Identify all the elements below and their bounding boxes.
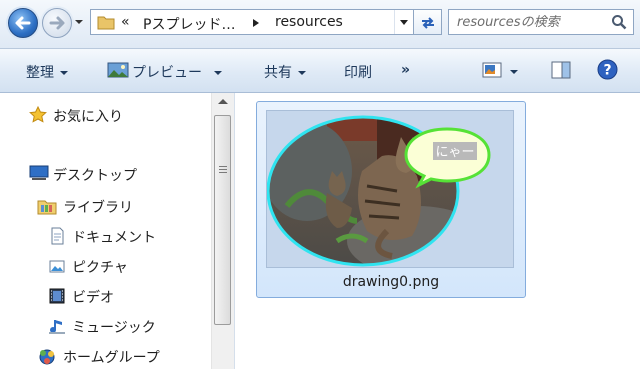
nav-label: ピクチャ <box>72 260 128 276</box>
chevron-down-icon <box>400 20 408 25</box>
print-button[interactable]: 印刷 <box>344 62 372 82</box>
organize-menu[interactable]: 整理 <box>26 62 68 82</box>
chevron-down-icon <box>214 71 222 75</box>
nav-label: ドキュメント <box>72 230 156 246</box>
star-icon <box>29 106 47 123</box>
search-input[interactable] <box>449 10 607 34</box>
scroll-up-icon[interactable] <box>218 99 228 104</box>
breadcrumb-parent[interactable]: Pスプレッド… <box>143 14 235 34</box>
address-toolbar: « Pスプレッド… resources <box>0 0 640 49</box>
svg-text:?: ? <box>603 63 611 79</box>
grip-icon <box>219 166 227 175</box>
file-thumbnail: にゃー <box>266 110 514 268</box>
search-icon[interactable] <box>611 14 627 30</box>
view-options-chevron-icon[interactable] <box>510 70 518 74</box>
nav-label: ホームグループ <box>63 350 160 366</box>
preview-button[interactable]: プレビュー <box>132 62 222 82</box>
back-button[interactable] <box>8 8 38 38</box>
scrollbar-thumb[interactable] <box>214 115 231 325</box>
search-box[interactable] <box>448 9 634 35</box>
nav-label: お気に入り <box>53 109 123 125</box>
nav-label: ライブラリ <box>63 200 133 216</box>
pictures-icon <box>49 260 65 273</box>
more-commands-button[interactable]: » <box>401 62 410 78</box>
speech-bubble-text: にゃー <box>435 145 474 160</box>
share-label: 共有 <box>264 65 292 81</box>
nav-label: ミュージック <box>72 320 156 336</box>
desktop-icon <box>29 165 49 180</box>
preview-pane-icon[interactable] <box>551 61 571 79</box>
forward-button[interactable] <box>42 8 72 38</box>
folder-icon <box>97 16 115 30</box>
view-options-icon[interactable] <box>482 61 502 79</box>
breadcrumb-overflow[interactable]: « <box>121 14 130 30</box>
navigation-scrollbar[interactable] <box>211 93 234 369</box>
file-name: drawing0.png <box>342 274 440 290</box>
videos-icon <box>49 288 65 304</box>
recent-pages-chevron-icon[interactable] <box>75 20 83 24</box>
organize-label: 整理 <box>26 65 54 81</box>
nav-label: ビデオ <box>72 290 114 306</box>
navigation-pane: お気に入り デスクトップ ライブラリ ドキュメント ピクチャ ビデオ ミュージッ… <box>0 93 235 369</box>
file-list: にゃー drawing0.png <box>235 93 640 369</box>
arrow-left-icon <box>15 16 31 30</box>
image-preview-icon <box>107 62 129 78</box>
help-icon[interactable]: ? <box>597 59 618 80</box>
preview-label: プレビュー <box>132 65 202 81</box>
refresh-button[interactable] <box>414 9 442 35</box>
homegroup-icon <box>39 349 55 365</box>
breadcrumb-current[interactable]: resources <box>275 14 343 30</box>
address-bar[interactable]: « Pスプレッド… resources <box>90 9 414 35</box>
arrow-right-icon <box>49 16 65 30</box>
breadcrumb-separator-icon[interactable] <box>253 19 259 27</box>
file-tile[interactable]: にゃー drawing0.png <box>256 101 526 298</box>
library-icon <box>37 200 57 215</box>
share-menu[interactable]: 共有 <box>264 62 306 82</box>
chevron-down-icon <box>60 71 68 75</box>
music-icon <box>49 320 65 334</box>
address-history-dropdown[interactable] <box>394 10 413 34</box>
command-bar: 整理 プレビュー 共有 印刷 » ? <box>0 49 640 93</box>
chevron-down-icon <box>298 71 306 75</box>
cat-image-thumbnail: にゃー <box>266 111 513 267</box>
nav-label: デスクトップ <box>53 168 137 184</box>
refresh-icon <box>422 17 434 29</box>
documents-icon <box>51 227 64 245</box>
